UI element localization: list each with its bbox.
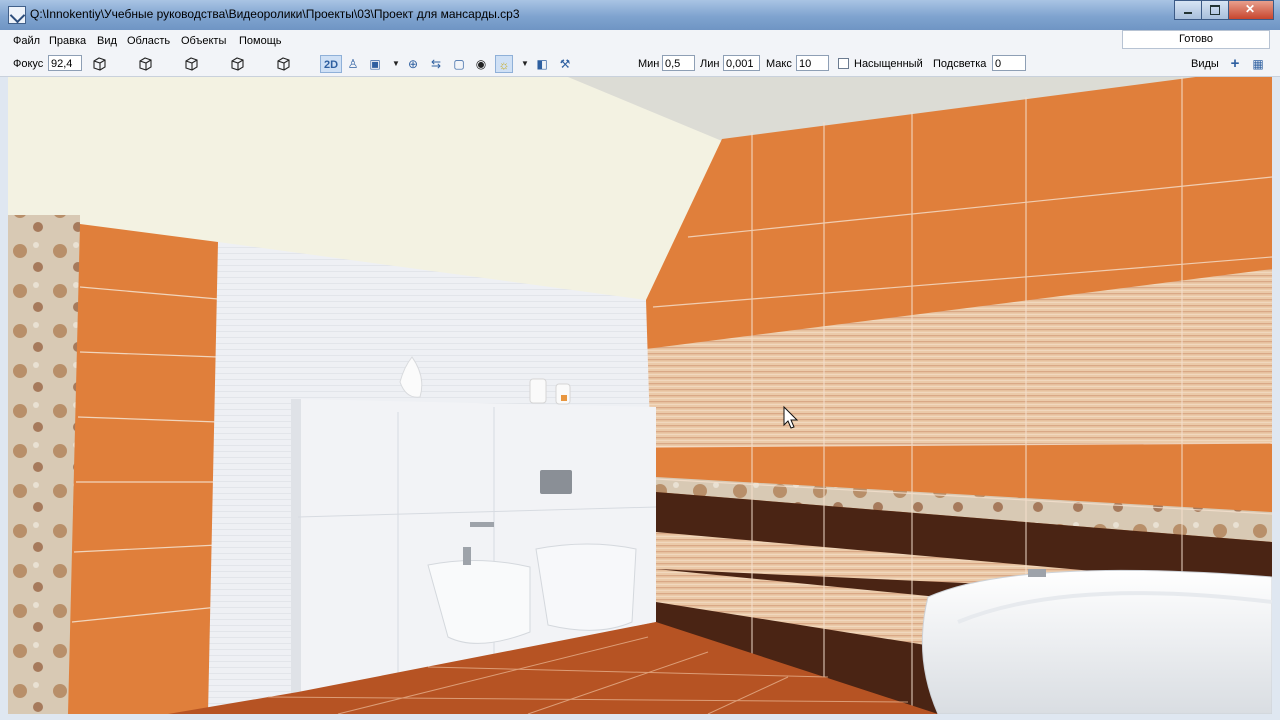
camera-icon[interactable]: ▣ — [366, 55, 384, 73]
cube-view-icon[interactable] — [230, 56, 245, 71]
focus-label: Фокус — [13, 58, 44, 70]
menu-area[interactable]: Область — [127, 35, 170, 47]
focus-input[interactable]: 92,4 — [48, 55, 82, 71]
window-title: Q:\Innokentiy\Учебные руководства\Видеор… — [30, 7, 520, 21]
saturated-checkbox[interactable] — [838, 58, 849, 69]
cube-view-icon[interactable] — [138, 56, 153, 71]
min-input[interactable]: 0,5 — [662, 55, 695, 71]
menu-file[interactable]: Файл — [13, 35, 40, 47]
status-field: Готово — [1122, 30, 1270, 49]
sun-icon[interactable]: ☼ — [495, 55, 513, 73]
swap-icon[interactable]: ⇆ — [427, 55, 445, 73]
lin-label: Лин — [700, 58, 720, 70]
frame-icon[interactable]: ▢ — [450, 55, 468, 73]
person-icon[interactable]: ♙ — [344, 55, 362, 73]
cube-view-icon[interactable] — [92, 56, 107, 71]
max-label: Макс — [766, 58, 792, 70]
backlight-label: Подсветка — [933, 58, 987, 70]
plus-icon[interactable]: + — [1226, 55, 1244, 73]
menu-help[interactable]: Помощь — [239, 35, 282, 47]
window-controls — [1174, 0, 1274, 20]
menu-edit[interactable]: Правка — [49, 35, 86, 47]
minimize-icon[interactable] — [1174, 0, 1202, 20]
menu-bar: Файл Правка Вид Область Объекты Помощь — [0, 30, 1280, 52]
bathroom-render — [8, 77, 1272, 714]
toolbar: Фокус 92,4 2D ♙ ▣ ▼ ⊕ ⇆ ▢ ◉ ☼ ▼ ◧ ⚒ Мин … — [0, 52, 1280, 77]
backlight-input[interactable]: 0 — [992, 55, 1026, 71]
title-bar: Q:\Innokentiy\Учебные руководства\Видеор… — [0, 0, 1280, 30]
target-icon[interactable]: ⊕ — [404, 55, 422, 73]
book-icon[interactable]: ◧ — [533, 55, 551, 73]
chevron-down-icon[interactable]: ▼ — [387, 55, 405, 73]
app-window: Q:\Innokentiy\Учебные руководства\Видеор… — [0, 0, 1280, 720]
mode-2d-button[interactable]: 2D — [320, 55, 342, 73]
close-icon[interactable] — [1228, 0, 1274, 20]
maximize-icon[interactable] — [1201, 0, 1229, 20]
views-label: Виды — [1191, 58, 1219, 70]
saturated-label: Насыщенный — [854, 58, 923, 70]
3d-viewport[interactable] — [8, 77, 1272, 714]
app-icon[interactable] — [8, 6, 26, 24]
menu-objects[interactable]: Объекты — [181, 35, 226, 47]
min-label: Мин — [638, 58, 660, 70]
cube-view-icon[interactable] — [276, 56, 291, 71]
lin-input[interactable]: 0,001 — [723, 55, 760, 71]
chevron-down-icon[interactable]: ▼ — [516, 55, 534, 73]
eye-icon[interactable]: ◉ — [472, 55, 490, 73]
tools-icon[interactable]: ⚒ — [556, 55, 574, 73]
menu-view[interactable]: Вид — [97, 35, 117, 47]
grid-icon[interactable]: ▦ — [1249, 55, 1267, 73]
max-input[interactable]: 10 — [796, 55, 829, 71]
cube-view-icon[interactable] — [184, 56, 199, 71]
